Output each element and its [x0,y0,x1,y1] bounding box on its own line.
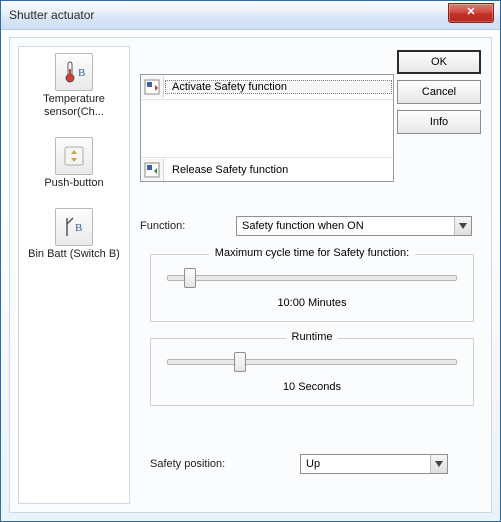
action-list: Activate Safety function Release Safety … [140,74,394,182]
window-title: Shutter actuator [9,8,94,22]
action-row-label: Release Safety function [165,163,392,177]
info-button[interactable]: Info [397,110,481,134]
action-row-activate[interactable]: Activate Safety function [141,75,393,100]
sidebar-item-temperature[interactable]: B Temperature sensor(Ch... [19,53,129,119]
ok-button-label: OK [431,56,447,68]
function-dropdown-button[interactable] [454,217,471,235]
runtime-title: Runtime [151,331,473,343]
chevron-down-icon [435,461,443,467]
max-cycle-group: Maximum cycle time for Safety function: … [150,254,474,322]
cancel-button[interactable]: Cancel [397,80,481,104]
max-cycle-slider-track[interactable] [167,275,457,281]
sidebar-item-label: Push-button [19,177,129,190]
action-row-label: Activate Safety function [165,80,392,94]
sidebar-item-label: Temperature sensor(Ch... [19,93,129,119]
sidebar-item-label: Bin Batt (Switch B) [19,248,129,261]
function-dropdown-value: Safety function when ON [237,220,454,232]
safety-position-dropdown[interactable]: Up [300,454,448,474]
function-dropdown[interactable]: Safety function when ON [236,216,472,236]
close-icon: ✕ [466,6,475,18]
ok-button[interactable]: OK [397,50,481,74]
action-row-release[interactable]: Release Safety function [141,157,393,181]
runtime-group: Runtime 10 Seconds [150,338,474,406]
safety-position-dropdown-button[interactable] [430,455,447,473]
close-button[interactable]: ✕ [448,3,494,23]
info-button-label: Info [430,116,448,128]
window-root: Shutter actuator ✕ B Temper [0,0,501,522]
function-label: Function: [140,220,185,232]
activate-safety-icon [141,76,164,98]
client-area: B Temperature sensor(Ch... Push-button [1,30,500,521]
titlebar: Shutter actuator ✕ [1,1,500,30]
svg-text:B: B [75,222,82,234]
safety-position-label: Safety position: [150,458,225,470]
left-panel: B Temperature sensor(Ch... Push-button [18,46,130,504]
max-cycle-value: 10:00 Minutes [151,297,473,309]
switch-b-icon: B [55,208,93,246]
thermometer-b-icon: B [55,53,93,91]
runtime-slider-track[interactable] [167,359,457,365]
sidebar-item-push-button[interactable]: Push-button [19,137,129,190]
chevron-down-icon [459,223,467,229]
safety-position-value: Up [301,458,430,470]
sidebar-item-bin-batt[interactable]: B Bin Batt (Switch B) [19,208,129,261]
svg-text:B: B [78,67,85,79]
push-button-icon [55,137,93,175]
release-safety-icon [141,159,164,181]
max-cycle-slider-thumb[interactable] [184,268,196,288]
max-cycle-title: Maximum cycle time for Safety function: [151,247,473,259]
inner-frame: B Temperature sensor(Ch... Push-button [9,37,492,513]
cancel-button-label: Cancel [422,86,456,98]
runtime-slider-thumb[interactable] [234,352,246,372]
runtime-value: 10 Seconds [151,381,473,393]
